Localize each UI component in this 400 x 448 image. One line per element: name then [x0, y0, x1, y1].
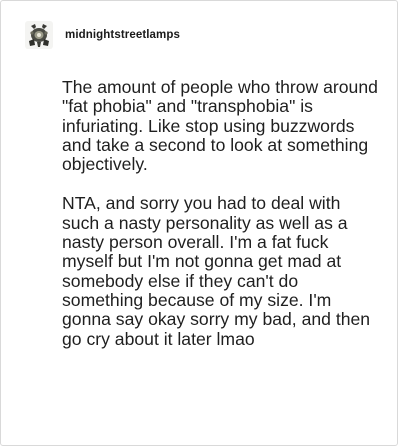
post-card: midnightstreetlamps The amount of people… — [0, 0, 398, 446]
post-paragraph: NTA, and sorry you had to deal with such… — [62, 193, 371, 349]
post-paragraph: The amount of people who throw around "f… — [62, 77, 378, 175]
avatar[interactable] — [25, 21, 53, 49]
lamp-avatar-icon — [25, 21, 53, 49]
post-header: midnightstreetlamps — [25, 19, 180, 51]
post-body: The amount of people who throw around "f… — [62, 77, 382, 349]
username[interactable]: midnightstreetlamps — [65, 29, 180, 41]
